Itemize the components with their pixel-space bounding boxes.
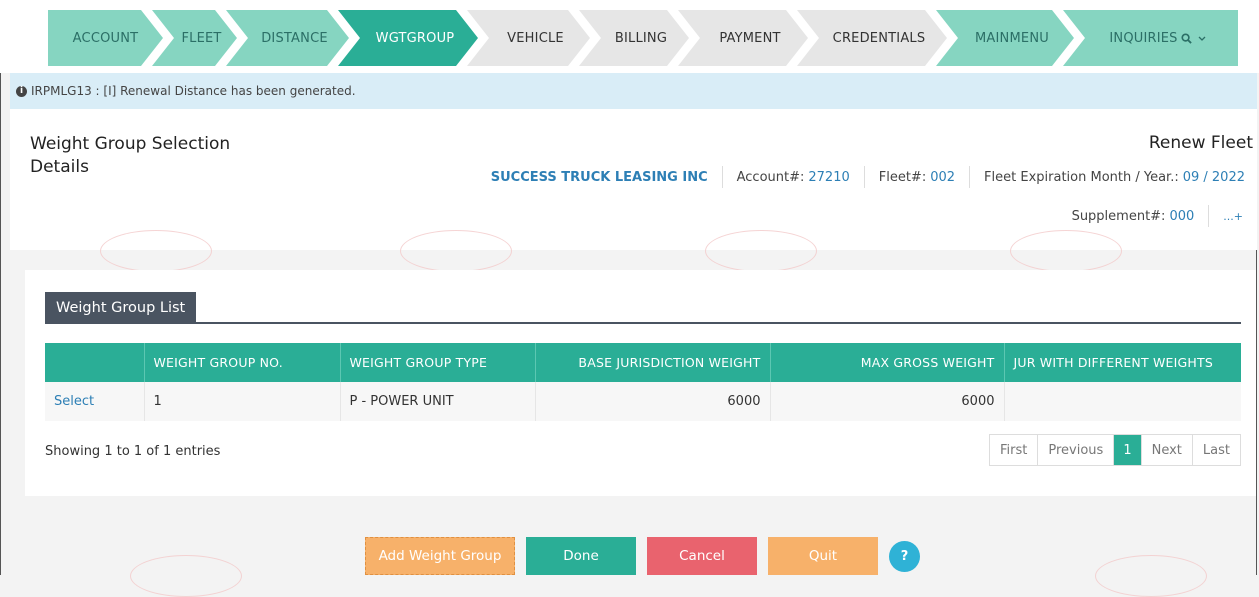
step-billing[interactable]: BILLING	[579, 10, 689, 66]
column-header-max-gross[interactable]: MAX GROSS WEIGHT	[770, 343, 1005, 382]
pager-previous[interactable]: Previous	[1038, 435, 1115, 465]
column-header-group-type[interactable]: WEIGHT GROUP TYPE	[340, 343, 536, 382]
fleet-value: 002	[930, 169, 956, 185]
step-vehicle-label: VEHICLE	[507, 30, 564, 46]
cell-group-type: P - POWER UNIT	[340, 382, 536, 421]
account-meta-row: SUCCESS TRUCK LEASING INC Account#: 27210…	[477, 166, 1257, 188]
step-vehicle[interactable]: VEHICLE	[467, 10, 590, 66]
pager-next[interactable]: Next	[1141, 435, 1193, 465]
weight-group-table: WEIGHT GROUP NO. WEIGHT GROUP TYPE BASE …	[45, 343, 1241, 421]
step-payment-label: PAYMENT	[719, 30, 781, 46]
step-account[interactable]: ACCOUNT	[48, 10, 163, 66]
watermark-arc	[130, 555, 242, 597]
expiration-value: 09 / 2022	[1182, 169, 1245, 185]
banner-message: IRPMLG13 : [I] Renewal Distance has been…	[31, 84, 356, 98]
step-payment[interactable]: PAYMENT	[678, 10, 808, 66]
info-banner: i IRPMLG13 : [I] Renewal Distance has be…	[10, 73, 1257, 109]
supplement-value: 000	[1169, 208, 1195, 224]
expiration-label: Fleet Expiration Month / Year.:	[984, 169, 1179, 185]
more-details-link[interactable]: ...+	[1223, 210, 1243, 223]
wizard-steps: ACCOUNT FLEET DISTANCE WGTGROUP VEHICLE …	[48, 10, 1238, 66]
step-distance[interactable]: DISTANCE	[226, 10, 349, 66]
page-title: Weight Group Selection Details	[30, 134, 231, 177]
quit-button[interactable]: Quit	[768, 537, 878, 575]
step-credentials[interactable]: CREDENTIALS	[797, 10, 947, 66]
step-credentials-label: CREDENTIALS	[832, 30, 926, 46]
account-label: Account#:	[736, 169, 805, 185]
supplement-label: Supplement#:	[1071, 208, 1166, 224]
pager-first[interactable]: First	[990, 435, 1039, 465]
watermark-arc	[1095, 555, 1207, 597]
info-icon: i	[16, 85, 27, 97]
tab-weight-group-list[interactable]: Weight Group List	[45, 292, 197, 324]
watermark-arc	[100, 230, 212, 272]
cancel-button[interactable]: Cancel	[647, 537, 757, 575]
column-header-base-weight[interactable]: BASE JURISDICTION WEIGHT	[535, 343, 771, 382]
cell-base-weight: 6000	[535, 382, 771, 421]
add-weight-group-button[interactable]: Add Weight Group	[365, 537, 515, 575]
table-header-row: WEIGHT GROUP NO. WEIGHT GROUP TYPE BASE …	[45, 343, 1241, 382]
step-billing-label: BILLING	[614, 30, 668, 46]
column-header-group-no[interactable]: WEIGHT GROUP NO.	[144, 343, 341, 382]
search-icon	[1181, 32, 1192, 44]
step-wgtgroup[interactable]: WGTGROUP	[338, 10, 478, 66]
weight-group-card: Weight Group List WEIGHT GROUP NO. WEIGH…	[25, 270, 1256, 496]
table-row: Select 1 P - POWER UNIT 6000 6000	[45, 382, 1241, 421]
tab-underline	[45, 322, 1241, 324]
step-wgtgroup-label: WGTGROUP	[375, 30, 455, 46]
pager-last[interactable]: Last	[1192, 435, 1240, 465]
pagination: First Previous 1 Next Last	[989, 434, 1241, 466]
page-header: Weight Group Selection Details Renew Fle…	[10, 109, 1257, 250]
step-inquiries-label: INQUIRIES	[1109, 30, 1178, 46]
wizard-bar-container: ACCOUNT FLEET DISTANCE WGTGROUP VEHICLE …	[0, 0, 1259, 73]
step-mainmenu[interactable]: MAINMENU	[936, 10, 1074, 66]
watermark-arc	[1010, 230, 1122, 272]
pager-current-page[interactable]: 1	[1114, 435, 1142, 465]
help-icon[interactable]: ?	[889, 541, 920, 572]
step-account-label: ACCOUNT	[72, 30, 139, 46]
cell-jur-diff	[1004, 382, 1241, 421]
step-distance-label: DISTANCE	[261, 30, 328, 46]
entries-summary: Showing 1 to 1 of 1 entries	[45, 444, 221, 459]
step-fleet-label: FLEET	[181, 30, 222, 46]
step-inquiries[interactable]: INQUIRIES	[1063, 10, 1238, 66]
select-link[interactable]: Select	[54, 394, 94, 409]
chevron-down-icon	[1198, 32, 1206, 45]
step-fleet[interactable]: FLEET	[152, 10, 237, 66]
done-button[interactable]: Done	[526, 537, 636, 575]
column-header-jur-diff[interactable]: JUR WITH DIFFERENT WEIGHTS	[1004, 343, 1241, 382]
fleet-label: Fleet#:	[878, 169, 927, 185]
step-mainmenu-label: MAINMENU	[975, 30, 1049, 46]
watermark-arc	[400, 230, 512, 272]
watermark-arc	[705, 230, 817, 272]
mode-title: Renew Fleet	[1148, 133, 1253, 153]
cell-max-gross: 6000	[770, 382, 1005, 421]
company-name: SUCCESS TRUCK LEASING INC	[490, 169, 708, 185]
column-header-action	[45, 343, 145, 382]
cell-group-no: 1	[144, 382, 341, 421]
supplement-meta-row: Supplement#: 000 ...+	[1058, 205, 1257, 227]
account-value: 27210	[808, 169, 850, 185]
